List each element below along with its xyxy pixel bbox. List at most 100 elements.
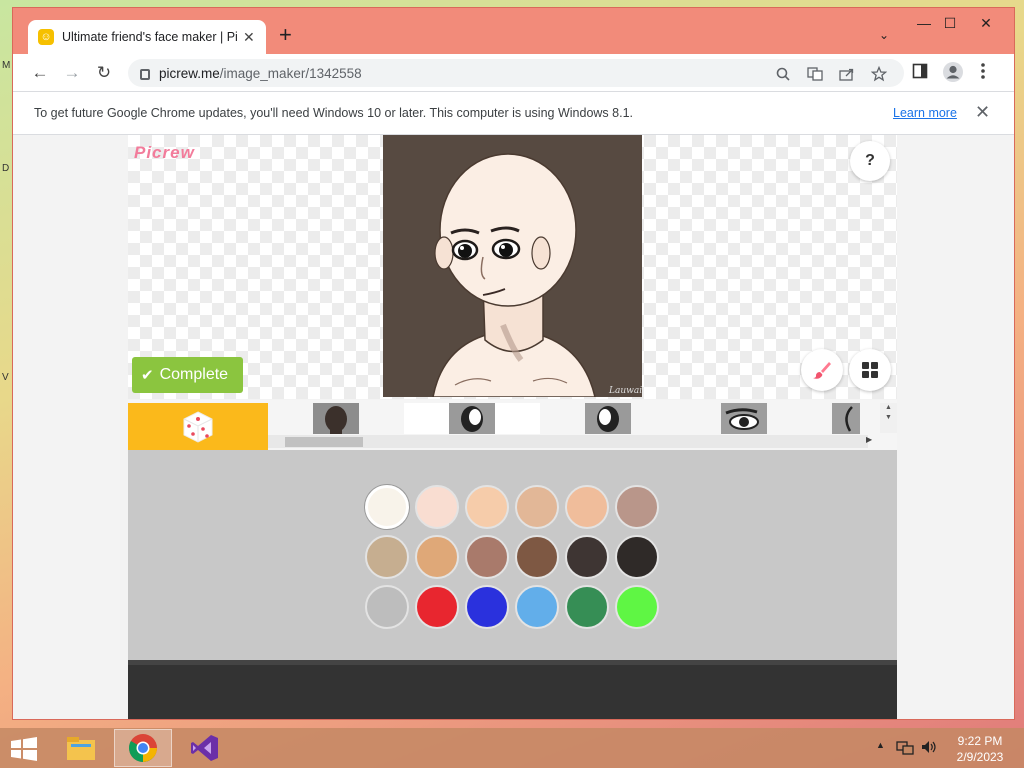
eyes-icon xyxy=(721,403,767,434)
color-swatch[interactable] xyxy=(515,585,559,629)
color-swatch[interactable] xyxy=(515,485,559,529)
chrome-taskbar-button[interactable] xyxy=(114,729,172,767)
tab-title: Ultimate friend's face maker | Picrew xyxy=(62,30,237,44)
part-tab-eyebrows[interactable] xyxy=(812,403,880,434)
url-host: picrew.me xyxy=(159,65,220,81)
color-swatch[interactable] xyxy=(615,585,659,629)
clock-date: 2/9/2023 xyxy=(956,750,1004,764)
system-clock[interactable]: 9:22 PM 2/9/2023 xyxy=(944,733,1016,765)
color-swatch-wrap xyxy=(412,532,462,582)
tab-strip: ☺ Ultimate friend's face maker | Picrew … xyxy=(13,8,1014,54)
color-swatch[interactable] xyxy=(415,585,459,629)
color-swatch[interactable] xyxy=(465,485,509,529)
color-swatch[interactable] xyxy=(565,585,609,629)
desktop-edge: M D V xyxy=(0,0,12,728)
color-swatch[interactable] xyxy=(615,485,659,529)
new-tab-button[interactable]: + xyxy=(279,24,292,46)
color-swatch[interactable] xyxy=(465,535,509,579)
color-palette xyxy=(362,482,662,632)
volume-icon[interactable] xyxy=(921,739,937,758)
share-icon[interactable] xyxy=(838,65,856,83)
taskbar: ▲ 9:22 PM 2/9/2023 xyxy=(0,728,1024,768)
part-tab-face-2[interactable] xyxy=(540,403,676,434)
chrome-menu-icon[interactable] xyxy=(980,62,986,84)
picrew-favicon-icon: ☺ xyxy=(38,29,54,45)
eyebrow-icon xyxy=(832,403,860,434)
color-swatch-wrap xyxy=(362,582,412,632)
picrew-logo[interactable]: Picrew xyxy=(134,143,195,163)
complete-button[interactable]: ✔ Complete xyxy=(132,357,243,393)
item-panel xyxy=(128,660,897,719)
color-swatch-wrap xyxy=(362,532,412,582)
forward-button[interactable]: → xyxy=(61,62,83,84)
part-tab-skin[interactable] xyxy=(268,403,404,434)
browser-window: ☺ Ultimate friend's face maker | Picrew … xyxy=(12,7,1015,720)
skin-silhouette-icon xyxy=(313,403,359,434)
color-swatch-wrap xyxy=(412,482,462,532)
browser-tab[interactable]: ☺ Ultimate friend's face maker | Picrew … xyxy=(28,20,266,54)
color-swatch-wrap xyxy=(612,532,662,582)
search-icon[interactable] xyxy=(774,65,792,83)
color-swatch-wrap xyxy=(462,482,512,532)
color-swatch[interactable] xyxy=(365,585,409,629)
color-swatch-wrap xyxy=(512,482,562,532)
paint-brush-button[interactable] xyxy=(801,349,843,391)
desktop-icon-label: D xyxy=(2,163,10,174)
url-path: /image_maker/1342558 xyxy=(219,65,362,81)
color-swatch[interactable] xyxy=(515,535,559,579)
bookmark-star-icon[interactable] xyxy=(870,65,888,83)
tab-close-icon[interactable]: ✕ xyxy=(243,29,255,46)
parts-horizontal-scrollbar[interactable]: ▶ xyxy=(268,435,872,448)
color-swatch[interactable] xyxy=(415,485,459,529)
window-close-button[interactable]: ✕ xyxy=(969,10,1003,36)
color-swatch-wrap xyxy=(512,582,562,632)
desktop-icon-label: M xyxy=(2,60,11,71)
random-part-button[interactable] xyxy=(128,403,268,450)
address-bar[interactable]: picrew.me/image_maker/1342558 xyxy=(128,59,904,87)
visual-studio-taskbar-button[interactable] xyxy=(176,729,234,767)
part-tab-face-1[interactable] xyxy=(404,403,540,434)
file-explorer-icon xyxy=(67,737,95,760)
network-icon[interactable] xyxy=(896,739,914,758)
parts-selector: ▲ ▼ ▶ xyxy=(128,400,897,450)
file-explorer-taskbar-button[interactable] xyxy=(52,729,110,767)
color-swatch[interactable] xyxy=(365,485,409,529)
learn-more-link[interactable]: Learn more xyxy=(893,106,957,120)
windows-start-icon[interactable] xyxy=(10,737,38,761)
tray-expand-icon[interactable]: ▲ xyxy=(876,740,885,750)
color-swatch-wrap xyxy=(362,482,412,532)
layout-toggle-button[interactable] xyxy=(849,349,891,391)
color-swatch[interactable] xyxy=(565,535,609,579)
color-swatch-wrap xyxy=(612,482,662,532)
tab-search-button[interactable]: ⌄ xyxy=(879,28,889,42)
color-swatch[interactable] xyxy=(615,535,659,579)
color-swatch[interactable] xyxy=(465,585,509,629)
image-maker: Picrew ? Lauwai ✔ Complete ▲ ▼ ▶ xyxy=(128,135,897,719)
scrollbar-thumb[interactable] xyxy=(285,437,363,447)
profile-avatar-icon[interactable] xyxy=(942,61,964,87)
lock-icon[interactable] xyxy=(140,68,150,80)
scroll-right-arrow-icon[interactable]: ▶ xyxy=(866,435,872,444)
face-part-2-icon xyxy=(585,403,631,434)
desktop-icon-label: V xyxy=(2,372,9,383)
color-swatch[interactable] xyxy=(415,535,459,579)
color-swatch-wrap xyxy=(612,582,662,632)
color-swatch-wrap xyxy=(562,482,612,532)
part-tab-eyes[interactable] xyxy=(676,403,812,434)
color-swatch-wrap xyxy=(512,532,562,582)
chrome-icon xyxy=(129,734,157,762)
maximize-button[interactable]: ☐ xyxy=(933,10,967,36)
translate-icon[interactable] xyxy=(806,65,824,83)
color-swatch-wrap xyxy=(462,582,512,632)
side-panel-icon[interactable] xyxy=(912,63,928,83)
page-content: Picrew ? Lauwai ✔ Complete ▲ ▼ ▶ xyxy=(13,135,1014,719)
color-swatch[interactable] xyxy=(565,485,609,529)
parts-vertical-scrollbar[interactable]: ▲ ▼ xyxy=(880,403,897,433)
help-button[interactable]: ? xyxy=(850,141,890,181)
infobar-close-button[interactable]: ✕ xyxy=(975,102,990,123)
color-swatch[interactable] xyxy=(365,535,409,579)
back-button[interactable]: ← xyxy=(29,62,51,84)
random-dice-icon xyxy=(183,410,213,443)
character-portrait: Lauwai xyxy=(432,153,642,397)
reload-button[interactable]: ↻ xyxy=(93,62,115,84)
